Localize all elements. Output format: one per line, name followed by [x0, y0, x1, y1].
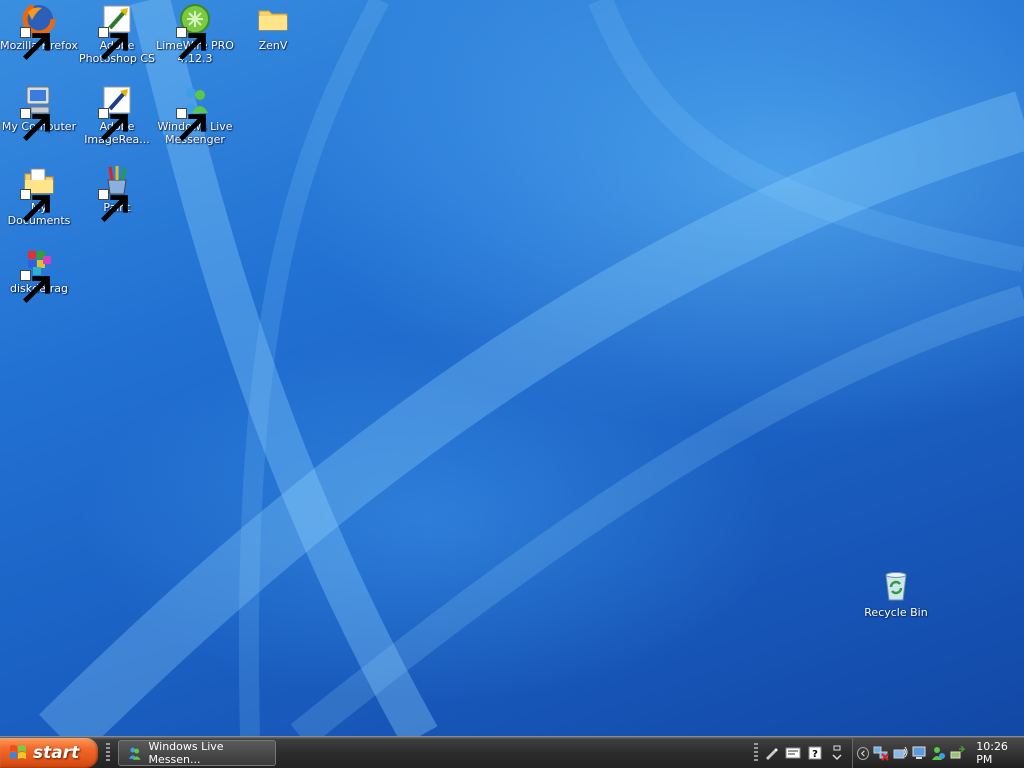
desktop[interactable]: Mozilla Firefox Adobe Photoshop CS LimeW…	[0, 0, 1024, 736]
shortcut-arrow-icon	[98, 108, 128, 141]
display-icon[interactable]	[911, 745, 928, 762]
shortcut-arrow-icon	[20, 189, 50, 222]
desktop-icon-limewire[interactable]: LimeWire PRO 4.12.3	[156, 2, 234, 65]
taskbar-grip[interactable]	[106, 743, 110, 763]
show-hidden-icons-chevron-icon[interactable]	[857, 746, 870, 760]
desktop-icon-photoshop[interactable]: Adobe Photoshop CS	[78, 2, 156, 65]
documents-icon	[20, 164, 56, 222]
help-icon[interactable]: ?	[806, 744, 824, 762]
desktop-icon-zenv[interactable]: ZenV	[234, 2, 312, 52]
photoshop-icon	[98, 2, 134, 60]
taskbar-grip[interactable]	[754, 743, 758, 763]
desktop-icon-label: ZenV	[258, 39, 288, 52]
pen-tool-icon[interactable]	[762, 744, 780, 762]
language-bar-icon[interactable]	[784, 744, 802, 762]
desktop-icon-my-documents[interactable]: My Documents	[0, 164, 78, 227]
shortcut-arrow-icon	[20, 270, 50, 303]
desktop-icon-recycle-bin[interactable]: Recycle Bin	[857, 569, 935, 619]
svg-text:?: ?	[812, 749, 818, 760]
shortcut-arrow-icon	[176, 108, 206, 141]
clock[interactable]: 10:26 PM	[976, 740, 1024, 766]
shortcut-arrow-icon	[176, 27, 206, 60]
shortcut-arrow-icon	[20, 27, 50, 60]
shortcut-arrow-icon	[20, 108, 50, 141]
desktop-icon-my-computer[interactable]: My Computer	[0, 83, 78, 141]
desktop-icon-diskdefrag[interactable]: diskdefrag	[0, 245, 78, 303]
taskbar: start Windows Live Messen... ? 10:26 PM	[0, 736, 1024, 768]
network-disconnected-icon[interactable]	[873, 745, 890, 762]
windows-logo-icon	[10, 745, 26, 759]
desktop-icon-firefox[interactable]: Mozilla Firefox	[0, 2, 78, 60]
notification-area: 10:26 PM	[852, 738, 1024, 768]
computer-icon	[20, 83, 56, 141]
shortcut-arrow-icon	[98, 27, 128, 60]
messenger-icon	[176, 83, 212, 141]
paint-icon	[98, 164, 134, 222]
limewire-icon	[176, 2, 212, 60]
messenger-status-icon[interactable]	[930, 745, 947, 762]
defrag-icon	[20, 245, 56, 303]
recycle-bin-icon	[879, 569, 913, 603]
desktop-icon-imageready[interactable]: Adobe ImageRea...	[78, 83, 156, 146]
desktop-icon-messenger[interactable]: Windows Live Messenger	[156, 83, 234, 146]
quick-launch-tray: ?	[762, 743, 846, 763]
firefox-icon	[20, 2, 56, 60]
start-button[interactable]: start	[0, 738, 98, 768]
start-label: start	[33, 743, 80, 763]
folder-icon	[256, 2, 290, 36]
desktop-icon-paint[interactable]: Paint	[78, 164, 156, 222]
wireless-network-icon[interactable]	[892, 745, 909, 762]
taskbar-button-label: Windows Live Messen...	[148, 740, 224, 766]
imageready-icon	[98, 83, 134, 141]
taskbar-button-messenger[interactable]: Windows Live Messen...	[118, 740, 276, 766]
messenger-icon	[128, 747, 141, 760]
shortcut-arrow-icon	[98, 189, 128, 222]
options-chevron-icon[interactable]	[828, 744, 846, 762]
safely-remove-hardware-icon[interactable]	[949, 744, 967, 762]
desktop-icon-label: Recycle Bin	[864, 606, 928, 619]
